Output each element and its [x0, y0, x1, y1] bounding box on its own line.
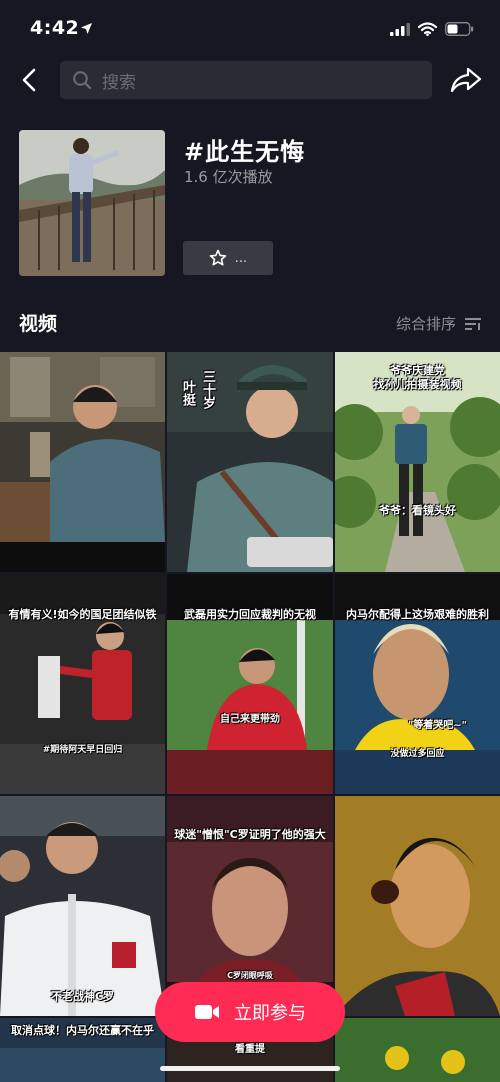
video-caption: 内马尔配得上这场艰难的胜利	[346, 608, 489, 621]
video-caption-3: 爷爷：看镜头好	[379, 504, 456, 517]
video-camera-icon	[195, 1005, 219, 1019]
back-button[interactable]	[14, 62, 44, 98]
video-tile[interactable]	[0, 352, 165, 572]
hashtag-play-count: 1.6 亿次播放	[184, 168, 273, 186]
video-tile[interactable]: 武磊用实力回应裁判的无视 自己来更带劲	[167, 574, 333, 794]
video-tile[interactable]: 不老战神C罗	[0, 796, 165, 1016]
sort-button[interactable]: 综合排序	[396, 313, 482, 334]
video-caption-2: #期待阿天早日回归	[42, 745, 123, 755]
chevron-left-icon	[22, 68, 36, 92]
favorite-button[interactable]: ...	[183, 241, 273, 275]
search-placeholder: 搜索	[102, 72, 136, 93]
video-tile[interactable]: 有情有义!如今的国足团结似铁 #期待阿天早日回归	[0, 574, 165, 794]
location-arrow-icon	[80, 20, 93, 39]
video-tile[interactable]: 爷爷庆建党 找孙儿拍摄装视频 爷爷：看镜头好	[335, 352, 500, 572]
share-arrow-icon	[450, 67, 482, 93]
search-icon	[73, 71, 92, 90]
status-icons	[390, 21, 474, 40]
join-now-label: 立即参与	[234, 1003, 306, 1024]
video-caption-3: 没做过多回应	[390, 749, 445, 759]
video-caption: 看重提	[235, 1044, 265, 1055]
video-caption: 不老战神C罗	[50, 990, 115, 1003]
hashtag-title: #此生无悔	[184, 138, 306, 166]
share-button[interactable]	[448, 62, 484, 98]
section-title: 视频	[19, 313, 58, 335]
status-time: 4:42	[30, 17, 80, 39]
signal-icon	[390, 21, 410, 40]
video-caption: 球迷"憎恨"C罗证明了他的强大	[174, 828, 326, 841]
video-caption-2: 叶挺	[180, 380, 195, 406]
sort-icon	[465, 317, 481, 330]
video-tile[interactable]: 内马尔配得上这场艰难的胜利 "等着哭吧~" 没做过多回应	[335, 574, 500, 794]
battery-icon	[445, 21, 474, 40]
video-tile[interactable]	[335, 796, 500, 1016]
video-tile[interactable]: 三十岁 叶挺	[167, 352, 333, 572]
top-nav-bar: 搜索	[0, 58, 500, 102]
search-input[interactable]: 搜索	[60, 61, 432, 99]
video-section-header: 视频 综合排序	[0, 305, 500, 339]
wifi-icon	[417, 21, 438, 40]
video-tile[interactable]: 取消点球！内马尔还赢不在乎	[0, 1018, 165, 1082]
video-caption-2: 找孙儿拍摄装视频	[373, 378, 462, 391]
hashtag-header: #此生无悔 1.6 亿次播放 ...	[0, 128, 500, 278]
video-caption-2: 自己来更带劲	[220, 714, 280, 725]
video-caption: 有情有义!如今的国足团结似铁	[8, 608, 157, 621]
video-caption: 武磊用实力回应裁判的无视	[184, 608, 316, 621]
status-bar: 4:42	[0, 0, 500, 58]
hashtag-cover-image[interactable]	[19, 130, 165, 276]
video-caption-2: C罗闭眼呼吸	[227, 971, 273, 980]
video-caption: 三十岁	[200, 370, 215, 409]
join-now-button[interactable]: 立即参与	[155, 982, 345, 1042]
home-indicator	[160, 1066, 340, 1071]
star-icon	[209, 249, 227, 266]
favorite-label: ...	[234, 250, 248, 266]
video-tile[interactable]	[335, 1018, 500, 1082]
video-caption-2: "等着哭吧~"	[408, 720, 467, 731]
sort-label: 综合排序	[395, 315, 456, 333]
video-caption: 取消点球！内马尔还赢不在乎	[11, 1024, 154, 1037]
